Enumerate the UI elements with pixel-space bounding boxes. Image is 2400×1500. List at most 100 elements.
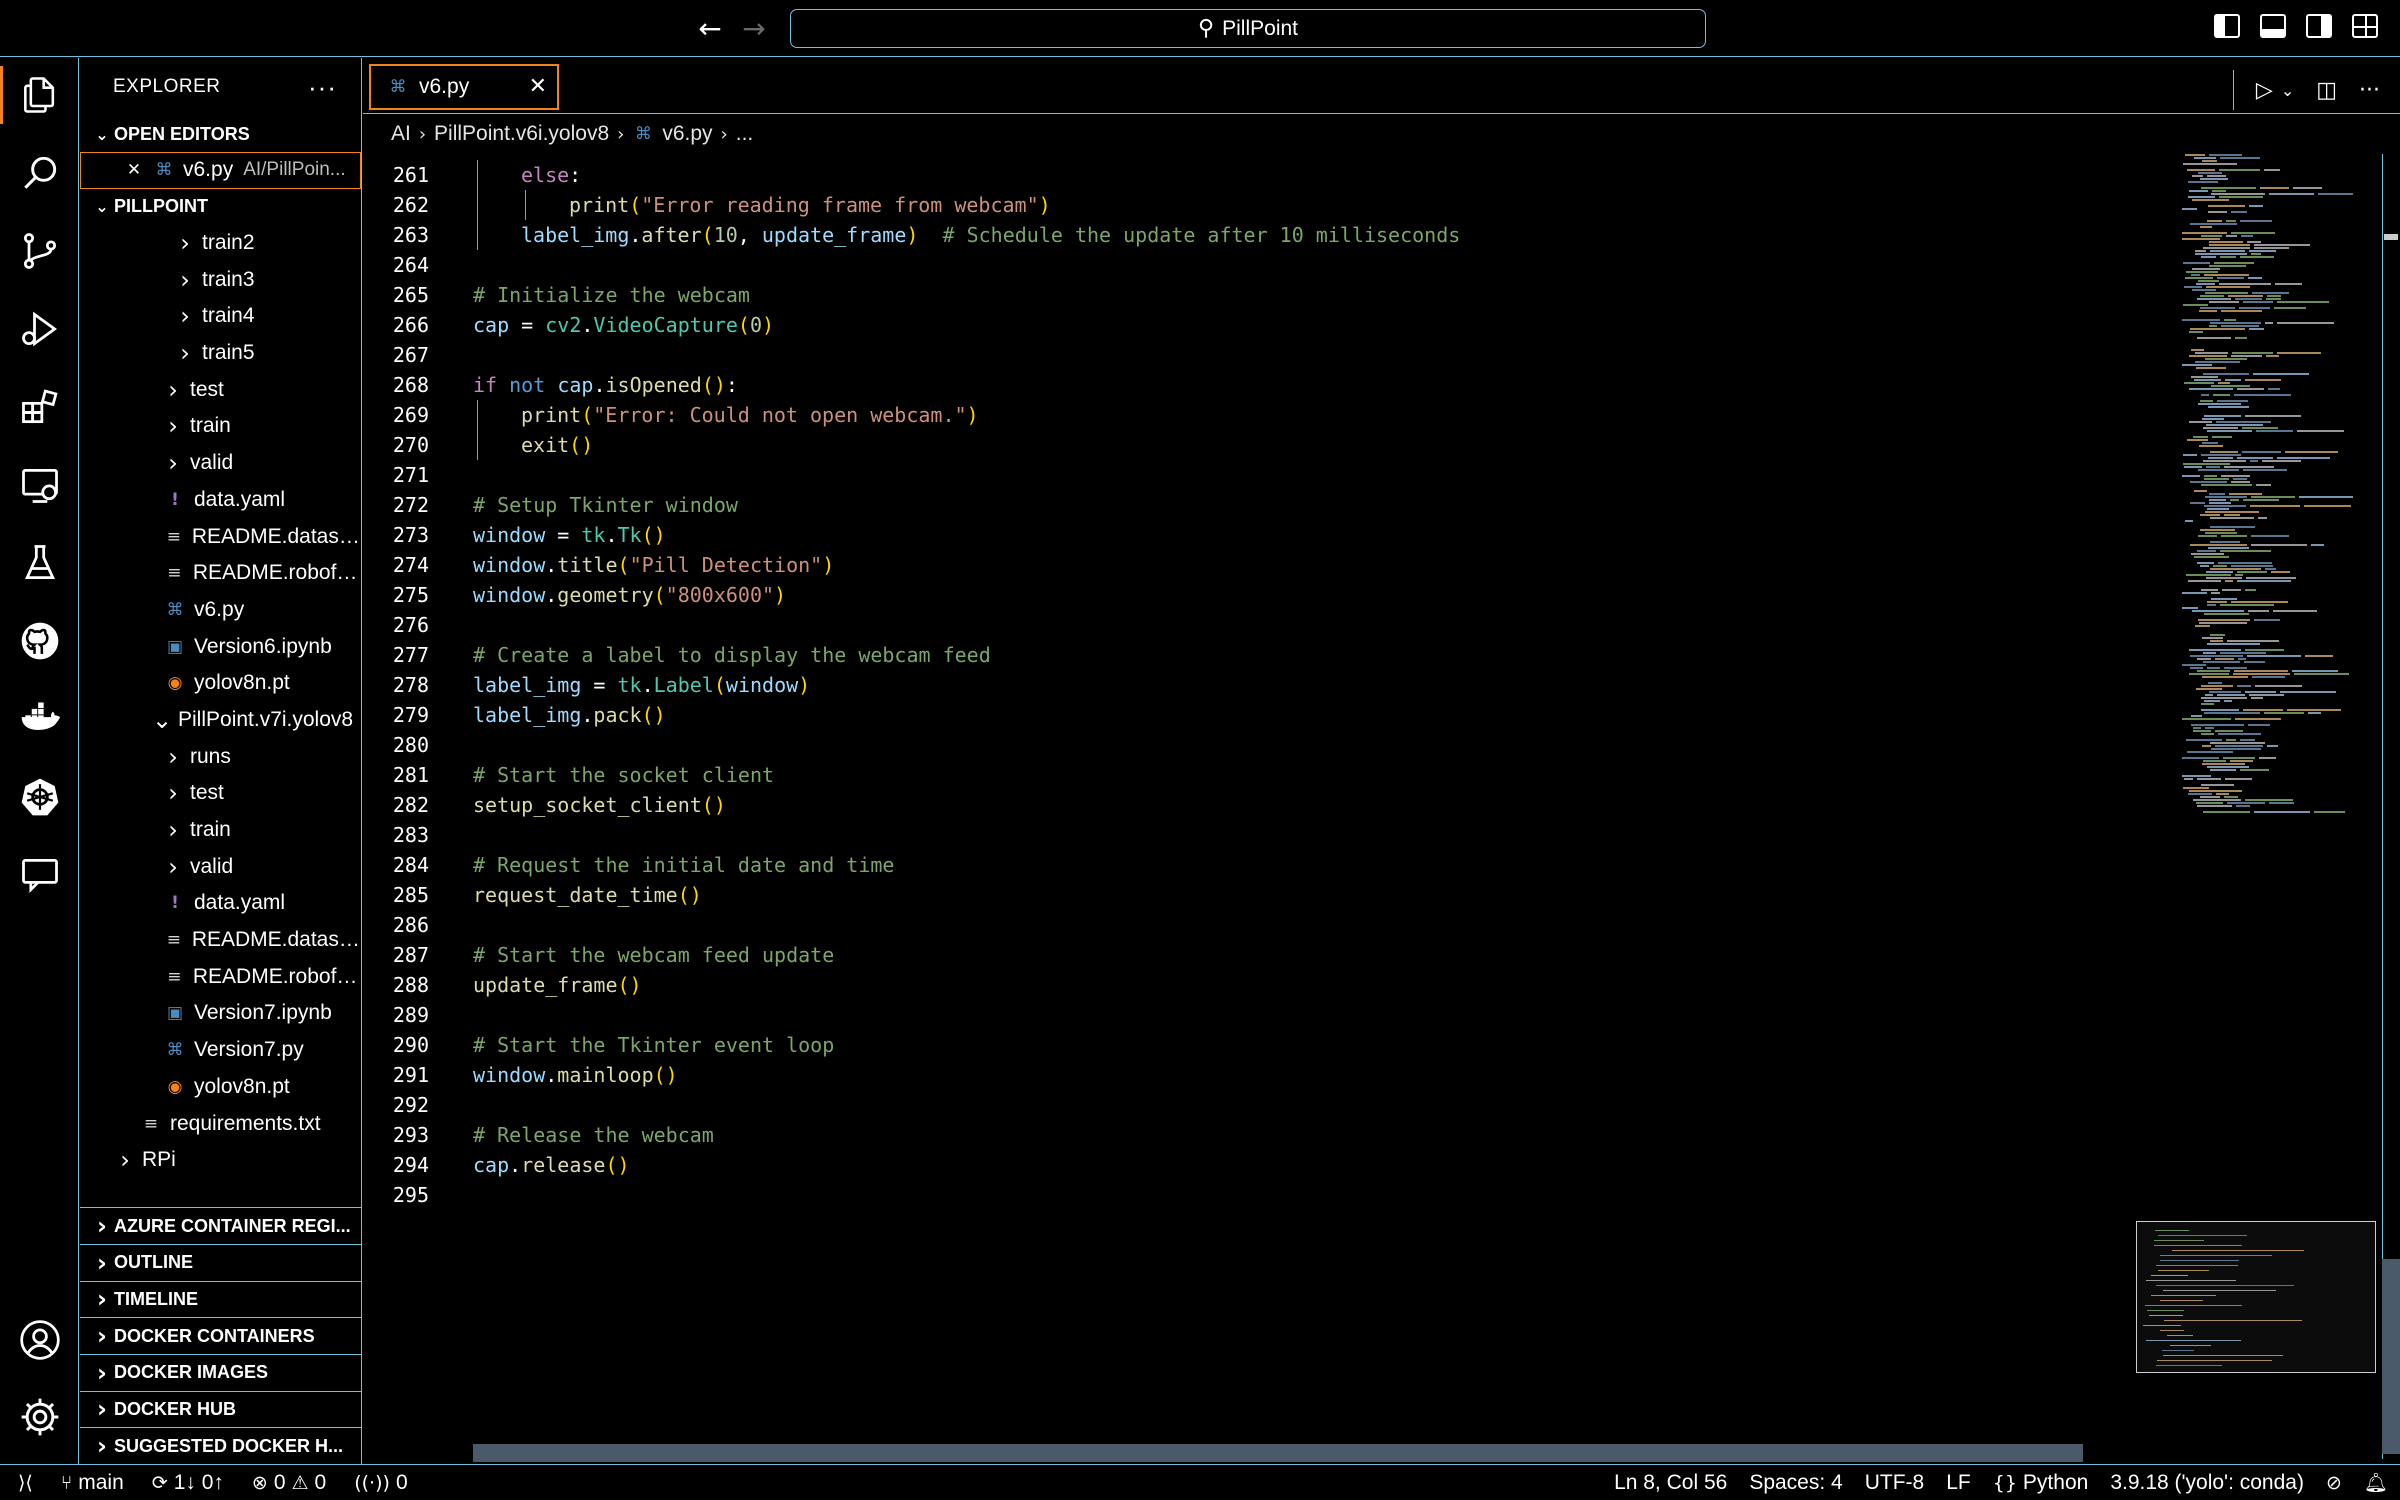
copilot-disabled-icon[interactable]: ⊘ [2326,1472,2342,1494]
customize-layout-icon[interactable] [2352,14,2378,38]
minimap-line [2188,196,2215,198]
preview-line [2156,1265,2238,1266]
problems-indicator[interactable]: ⊗ 0 ⚠ 0 [252,1471,326,1495]
minimap[interactable] [2182,154,2382,854]
horizontal-scrollbar-thumb[interactable] [473,1444,2083,1462]
tab-v6-py[interactable]: ⌘ v6.py ✕ [369,64,559,110]
section-outline[interactable]: › OUTLINE [80,1243,361,1281]
tree-file-requirements-txt[interactable]: ≡ requirements.txt [80,1105,361,1142]
code-editor[interactable]: 261 else: 262 print("Error reading frame fr… [363,154,2163,1459]
tree-file-data-yaml[interactable]: ! data.yaml [80,482,361,519]
kubernetes-icon[interactable] [0,760,79,834]
run-and-debug-icon[interactable] [0,292,79,366]
minimap-line [2222,589,2241,591]
code-line: 263 label_img.after(10, update_frame) # S… [363,220,2163,250]
section-docker-images[interactable]: › DOCKER IMAGES [80,1353,361,1391]
section-docker-containers[interactable]: › DOCKER CONTAINERS [80,1317,361,1354]
run-python-file-icon[interactable]: ▷ [2256,78,2273,103]
breadcrumb-item[interactable]: PillPoint.v6i.yolov8 [434,122,609,146]
pillpoint-section[interactable]: ⌄ PILLPOINT [80,189,361,225]
tree-file-version7-ipynb[interactable]: ▣ Version7.ipynb [80,995,361,1032]
tree-folder-train4[interactable]: › train4 [80,298,361,335]
source-control-icon[interactable] [0,214,79,288]
cursor-position[interactable]: Ln 8, Col 56 [1614,1471,1727,1495]
end-of-line[interactable]: LF [1946,1471,1971,1495]
close-tab-icon[interactable]: ✕ [529,74,547,99]
minimap-line [2200,307,2235,309]
open-editors-section[interactable]: ⌄ OPEN EDITORS [80,116,361,152]
tree-file-yolov8n-pt[interactable]: ◉ yolov8n.pt [80,665,361,702]
chat-icon[interactable] [0,838,79,912]
tree-file-version7-py[interactable]: ⌘ Version7.py [80,1032,361,1069]
notifications-bell-icon[interactable]: 🔔︎ [2364,1471,2388,1494]
explorer-icon[interactable] [0,58,79,132]
remote-indicator-icon[interactable]: ⟩⟨ [18,1472,33,1494]
accounts-icon[interactable] [0,1303,79,1377]
remote-explorer-icon[interactable] [0,448,79,522]
tree-file-readme-roboflo[interactable]: ≡ README.roboflo... [80,958,361,995]
back-arrow-icon[interactable]: ← [692,10,728,46]
minimap-line [2182,718,2231,720]
code-token: ) [774,583,787,607]
section-suggested-docker-h[interactable]: › SUGGESTED DOCKER H... [80,1427,361,1464]
open-editor-item[interactable]: ✕ ⌘ v6.py AI/PillPoin... [80,152,361,189]
close-icon[interactable]: ✕ [125,160,143,180]
command-center-search[interactable]: ⚲ PillPoint [790,9,1706,48]
language-mode[interactable]: {} Python [1993,1471,2089,1495]
tree-file-yolov8n-pt[interactable]: ◉ yolov8n.pt [80,1069,361,1106]
more-actions-icon[interactable]: ··· [2359,78,2380,103]
tree-folder-train[interactable]: › train [80,408,361,445]
minimap-line [2210,322,2261,324]
tree-folder-train[interactable]: › train [80,812,361,849]
breadcrumb-item[interactable]: v6.py [662,122,712,146]
python-interpreter[interactable]: 3.9.18 ('yolo': conda) [2110,1471,2304,1495]
branch-indicator[interactable]: ⑂ main [61,1471,124,1495]
tree-folder-train3[interactable]: › train3 [80,261,361,298]
tree-folder-rpi[interactable]: › RPi [80,1142,361,1179]
tree-file-version6-ipynb[interactable]: ▣ Version6.ipynb [80,628,361,665]
breadcrumb-item[interactable]: AI [391,122,411,146]
section-timeline[interactable]: › TIMELINE [80,1280,361,1318]
split-editor-icon[interactable]: ◫ [2316,78,2337,103]
minimap-line [2203,373,2249,375]
toggle-secondary-sidebar-icon[interactable] [2306,14,2332,38]
tree-folder-runs[interactable]: › runs [80,738,361,775]
section-docker-hub[interactable]: › DOCKER HUB [80,1390,361,1428]
tree-file-readme-dataset[interactable]: ≡ README.dataset.... [80,518,361,555]
docker-icon[interactable] [0,682,79,756]
tree-folder-train2[interactable]: › train2 [80,225,361,262]
breadcrumb-item[interactable]: ... [736,122,754,146]
section-azure-container-regi[interactable]: › AZURE CONTAINER REGI... [80,1207,361,1244]
minimap-line [2182,208,2197,210]
testing-flask-icon[interactable] [0,526,79,600]
tree-folder-test[interactable]: › test [80,775,361,812]
tree-folder-valid[interactable]: › valid [80,445,361,482]
sync-icon: ⟳ [151,1471,168,1494]
search-icon[interactable] [0,136,79,210]
tree-file-v6-py[interactable]: ⌘ v6.py [80,592,361,629]
settings-gear-icon[interactable] [0,1380,79,1454]
extensions-icon[interactable] [0,370,79,444]
tree-file-readme-dataset[interactable]: ≡ README.dataset.... [80,922,361,959]
tree-file-data-yaml[interactable]: ! data.yaml [80,885,361,922]
error-count: 0 [273,1470,286,1494]
toggle-primary-sidebar-icon[interactable] [2214,14,2240,38]
tree-folder-pillpoint-v7i-yolov8[interactable]: ⌄ PillPoint.v7i.yolov8 [80,702,361,739]
indentation[interactable]: Spaces: 4 [1749,1471,1842,1495]
toggle-panel-icon[interactable] [2260,14,2286,38]
vertical-scrollbar[interactable] [2382,154,2400,1459]
ports-indicator[interactable]: ((·)) 0 [354,1471,407,1495]
sync-indicator[interactable]: ⟳ 1↓ 0↑ [152,1471,224,1495]
more-actions-icon[interactable]: ··· [308,72,337,103]
github-icon[interactable] [0,604,79,678]
minimap-line [2299,496,2353,498]
tree-file-readme-roboflo[interactable]: ≡ README.roboflo... [80,555,361,592]
tree-folder-test[interactable]: › test [80,371,361,408]
tree-folder-train5[interactable]: › train5 [80,335,361,372]
tree-folder-valid[interactable]: › valid [80,848,361,885]
vertical-scrollbar-thumb[interactable] [2382,1259,2400,1454]
forward-arrow-icon[interactable]: → [736,10,772,46]
encoding[interactable]: UTF-8 [1865,1471,1925,1495]
chevron-down-icon[interactable]: ⌄ [2281,81,2294,100]
minimap-line [2235,298,2262,300]
